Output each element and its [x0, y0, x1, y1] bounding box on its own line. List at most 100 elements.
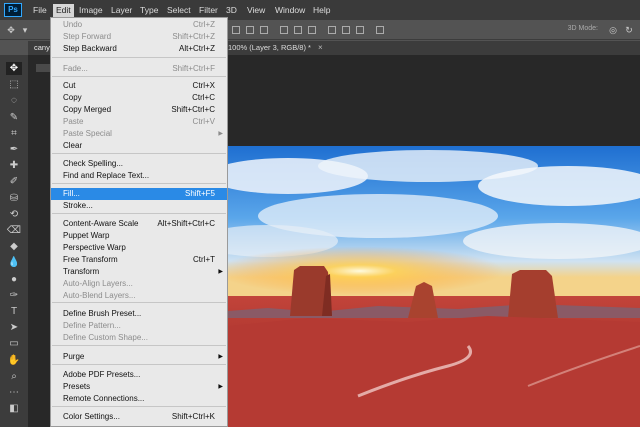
- distribute-top-icon[interactable]: [280, 26, 288, 34]
- menu-item-label: Purge: [63, 352, 85, 361]
- menu-item-label: Copy Merged: [63, 105, 112, 114]
- menu-item-label: Check Spelling...: [63, 159, 124, 168]
- hand-tool-icon[interactable]: ✋: [6, 354, 22, 367]
- eraser-tool-icon[interactable]: ⌫: [6, 224, 22, 237]
- menu-item-label: Paste Special: [63, 129, 112, 138]
- menu-item-check-spelling[interactable]: Check Spelling...: [51, 158, 227, 170]
- history-brush-tool-icon[interactable]: ⟲: [6, 208, 22, 221]
- menu-separator: [52, 76, 226, 77]
- menu-item-perspective-warp[interactable]: Perspective Warp: [51, 242, 227, 254]
- move-tool-icon[interactable]: ✥: [6, 62, 22, 75]
- menu-item-purge[interactable]: Purge ▶: [51, 351, 227, 363]
- menu-item-remote-connections[interactable]: Remote Connections...: [51, 393, 227, 405]
- distribute-hcenter-icon[interactable]: [342, 26, 350, 34]
- healing-brush-tool-icon[interactable]: ✚: [6, 159, 22, 172]
- align-right-icon[interactable]: [260, 26, 268, 34]
- menu-item-clear[interactable]: Clear: [51, 140, 227, 152]
- menu-filter[interactable]: Filter: [196, 4, 221, 17]
- menu-item-step-backward[interactable]: Step Backward Alt+Ctrl+Z: [51, 43, 227, 55]
- menu-help[interactable]: Help: [310, 4, 333, 17]
- menu-select[interactable]: Select: [164, 4, 194, 17]
- menu-layer[interactable]: Layer: [108, 4, 135, 17]
- submenu-arrow-icon: ▶: [218, 269, 223, 275]
- blur-tool-icon[interactable]: 💧: [6, 256, 22, 269]
- menu-window[interactable]: Window: [272, 4, 308, 17]
- quick-select-tool-icon[interactable]: ✎: [6, 111, 22, 124]
- distribute-middle-icon[interactable]: [294, 26, 302, 34]
- menu-type[interactable]: Type: [137, 4, 161, 17]
- menu-item-label: Step Backward: [63, 44, 117, 53]
- distribute-bottom-icon[interactable]: [308, 26, 316, 34]
- canyon-photo: [228, 146, 640, 427]
- menu-item-label: Auto-Blend Layers...: [63, 291, 136, 300]
- distribute-right-icon[interactable]: [356, 26, 364, 34]
- dodge-tool-icon[interactable]: ●: [6, 273, 22, 286]
- menu-item-shortcut: Ctrl+T: [193, 255, 215, 264]
- menu-item-shortcut: Shift+Ctrl+C: [171, 105, 215, 114]
- menu-separator: [52, 345, 226, 346]
- brush-tool-icon[interactable]: ✐: [6, 175, 22, 188]
- menu-image[interactable]: Image: [76, 4, 106, 17]
- menu-separator: [52, 213, 226, 214]
- type-tool-icon[interactable]: T: [6, 305, 22, 318]
- menu-item-shortcut: Alt+Shift+Ctrl+C: [157, 219, 215, 228]
- menu-separator: [52, 153, 226, 154]
- menu-item-shortcut: Shift+Ctrl+F: [172, 64, 215, 73]
- menu-item-label: Content-Aware Scale: [63, 219, 139, 228]
- move-icon[interactable]: ✥: [6, 25, 16, 35]
- menu-item-transform[interactable]: Transform ▶: [51, 266, 227, 278]
- distribute-left-icon[interactable]: [328, 26, 336, 34]
- menu-separator: [52, 57, 226, 58]
- menu-item-label: Auto-Align Layers...: [63, 279, 133, 288]
- pen-tool-icon[interactable]: ✑: [6, 289, 22, 302]
- auto-align-icon[interactable]: [376, 26, 384, 34]
- menu-item-stroke[interactable]: Stroke...: [51, 200, 227, 212]
- align-left-icon[interactable]: [232, 26, 240, 34]
- document-tab-active[interactable]: 100% (Layer 3, RGB/8) *: [228, 41, 311, 55]
- 3d-roll-icon[interactable]: ↻: [624, 25, 634, 35]
- menu-edit[interactable]: Edit: [53, 4, 74, 17]
- menu-item-cut[interactable]: Cut Ctrl+X: [51, 80, 227, 92]
- menu-item-content-aware-scale[interactable]: Content-Aware Scale Alt+Shift+Ctrl+C: [51, 218, 227, 230]
- menu-3d[interactable]: 3D: [223, 4, 240, 17]
- path-select-tool-icon[interactable]: ➤: [6, 321, 22, 334]
- menu-item-adobe-pdf-presets[interactable]: Adobe PDF Presets...: [51, 369, 227, 381]
- menu-item-label: Copy: [63, 93, 82, 102]
- marquee-tool-icon[interactable]: ⬚: [6, 78, 22, 91]
- menu-item-label: Transform: [63, 267, 100, 276]
- menu-item-copy[interactable]: Copy Ctrl+C: [51, 92, 227, 104]
- menu-item-label: Perspective Warp: [63, 243, 126, 252]
- crop-tool-icon[interactable]: ⌗: [6, 127, 22, 140]
- clone-stamp-tool-icon[interactable]: ⛁: [6, 192, 22, 205]
- 3d-orbit-icon[interactable]: ◎: [608, 25, 618, 35]
- edit-toolbar-tool-icon[interactable]: ⋯: [6, 386, 22, 399]
- menu-view[interactable]: View: [244, 4, 268, 17]
- menu-item-shortcut: Ctrl+X: [192, 81, 215, 90]
- document-tab-partial[interactable]: cany: [34, 41, 50, 55]
- paint-bucket-tool-icon[interactable]: ◆: [6, 240, 22, 253]
- menu-item-puppet-warp[interactable]: Puppet Warp: [51, 230, 227, 242]
- menu-item-find-and-replace-text[interactable]: Find and Replace Text...: [51, 170, 227, 182]
- menu-item-label: Fill...: [63, 189, 80, 198]
- menu-file[interactable]: File: [30, 4, 50, 17]
- menu-item-shortcut: Ctrl+Z: [193, 20, 215, 29]
- eyedropper-tool-icon[interactable]: ✒: [6, 143, 22, 156]
- menu-item-free-transform[interactable]: Free Transform Ctrl+T: [51, 254, 227, 266]
- color-swatches-icon[interactable]: ◧: [6, 402, 22, 415]
- menu-item-define-brush-preset[interactable]: Define Brush Preset...: [51, 308, 227, 320]
- menu-item-presets[interactable]: Presets ▶: [51, 381, 227, 393]
- menu-separator: [52, 364, 226, 365]
- chevron-down-icon[interactable]: ▾: [20, 25, 30, 35]
- close-icon[interactable]: ×: [318, 41, 323, 55]
- lasso-tool-icon[interactable]: ◌: [6, 94, 22, 107]
- menu-item-color-settings[interactable]: Color Settings... Shift+Ctrl+K: [51, 411, 227, 423]
- menu-item-fill[interactable]: Fill... Shift+F5: [51, 188, 227, 200]
- menu-item-paste-special: Paste Special ▶: [51, 128, 227, 140]
- menu-item-auto-blend-layers: Auto-Blend Layers...: [51, 290, 227, 302]
- menu-item-copy-merged[interactable]: Copy Merged Shift+Ctrl+C: [51, 104, 227, 116]
- shape-tool-icon[interactable]: ▭: [6, 337, 22, 350]
- menu-item-step-forward: Step Forward Shift+Ctrl+Z: [51, 31, 227, 43]
- align-center-icon[interactable]: [246, 26, 254, 34]
- menu-item-auto-align-layers: Auto-Align Layers...: [51, 278, 227, 290]
- zoom-tool-icon[interactable]: ⌕: [6, 370, 22, 383]
